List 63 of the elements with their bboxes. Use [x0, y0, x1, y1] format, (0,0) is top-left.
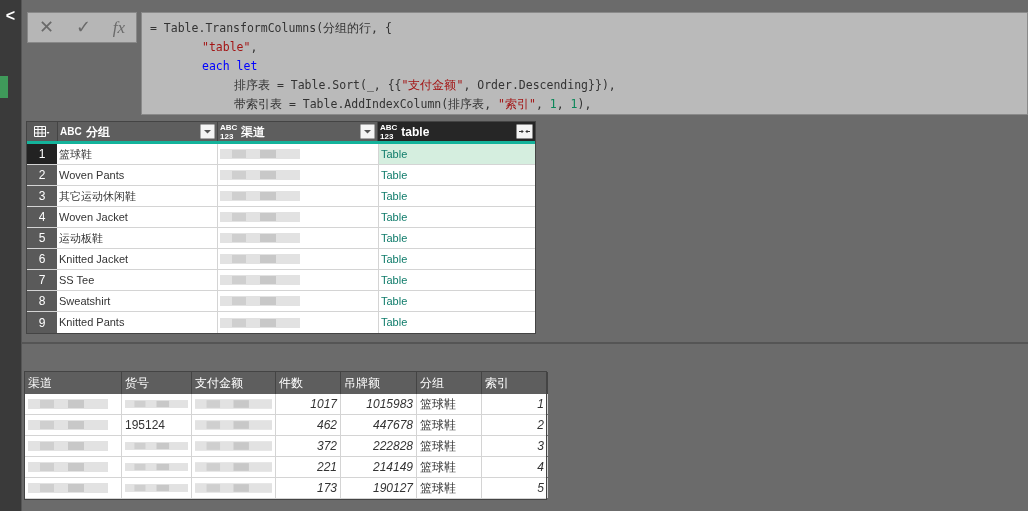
blurred-text [125, 397, 188, 411]
table-link[interactable]: Table [379, 249, 535, 269]
table-cell-text: 篮球鞋 [420, 438, 456, 455]
table-cell-text: 4 [537, 459, 544, 476]
table-cell-text: 214149 [372, 459, 413, 476]
code-line: "table", [201, 39, 259, 56]
table-cell-text: 1 [537, 396, 544, 413]
table-icon [34, 126, 50, 137]
table-link[interactable]: Table [379, 144, 535, 164]
column-title: table [401, 123, 431, 141]
type-label: ABC 123 [220, 122, 238, 141]
table-cell-text: 222828 [372, 438, 413, 455]
table-link[interactable]: Table [379, 291, 535, 311]
filter-dropdown-icon[interactable] [200, 124, 215, 139]
row-number[interactable]: 1 [27, 144, 57, 164]
table-cell-text: 5 [537, 480, 544, 497]
type-label: ABC [60, 126, 82, 137]
table-cell: 其它运动休闲鞋 [57, 186, 218, 206]
blurred-text [125, 481, 188, 495]
code-line: 排序表 = Table.Sort(_, {{"支付金额", Order.Descending}}), [233, 77, 617, 94]
table-link[interactable]: Table [379, 186, 535, 206]
formula-editor[interactable]: = Table.TransformColumns(分组的行, { "table", each let 排序表 = Table.Sort(_, {{"支付金额", Order.Descending}}), 带索引表 = Table.AddIndexColumn(排序表, "索引", 1, 1), [141, 12, 1028, 115]
filter-dropdown-icon[interactable] [360, 124, 375, 139]
expand-column-icon[interactable] [516, 124, 533, 139]
table-cell-text: 190127 [372, 480, 413, 497]
table-link[interactable]: Table [379, 270, 535, 290]
table-cell-text: 447678 [372, 417, 413, 434]
table-cell-text: 2 [537, 417, 544, 434]
table-link[interactable]: Table [379, 165, 535, 185]
table-cell-text: 篮球鞋 [420, 396, 456, 413]
type-label: ABC 123 [380, 122, 398, 141]
table-cell-text: 1017 [310, 396, 337, 413]
table-cell-text: 篮球鞋 [420, 459, 456, 476]
code-line: 带索引表 = Table.AddIndexColumn(排序表, "索引", 1, 1), [233, 96, 593, 113]
table-cell-text: 195124 [125, 417, 166, 434]
table-cell: SS Tee [57, 270, 218, 290]
table-cell: 篮球鞋 [57, 144, 218, 164]
table-cell: 运动板鞋 [57, 228, 218, 248]
table-link[interactable]: Table [379, 228, 535, 248]
table-cell-text: 221 [316, 459, 337, 476]
code-line: each let [201, 58, 259, 75]
table-cell-text: 372 [316, 438, 337, 455]
blurred-text [125, 439, 188, 453]
table-cell-text: 462 [316, 417, 337, 434]
table-cell-text: 1015983 [366, 396, 413, 413]
table-link[interactable]: Table [379, 312, 535, 333]
table-link[interactable]: Table [379, 207, 535, 227]
table-cell-text: 篮球鞋 [420, 480, 456, 497]
column-title: 分组 [85, 123, 111, 141]
table-cell: Woven Jacket [57, 207, 218, 227]
active-indicator [0, 76, 8, 98]
table-cell: Knitted Pants [57, 312, 218, 333]
collapse-button[interactable]: < [5, 8, 16, 24]
table-cell-text: 篮球鞋 [420, 417, 456, 434]
table-cell: Woven Pants [57, 165, 218, 185]
table-cell: Knitted Jacket [57, 249, 218, 269]
code-line: = Table.TransformColumns(分组的行, { [150, 20, 393, 37]
column-title: 渠道 [241, 123, 267, 141]
column-header[interactable]: ABC 分组 [57, 122, 217, 141]
table-cell-text: 173 [316, 480, 337, 497]
table-cell: Sweatshirt [57, 291, 218, 311]
table-cell-text: 3 [537, 438, 544, 455]
blurred-text [125, 460, 188, 474]
